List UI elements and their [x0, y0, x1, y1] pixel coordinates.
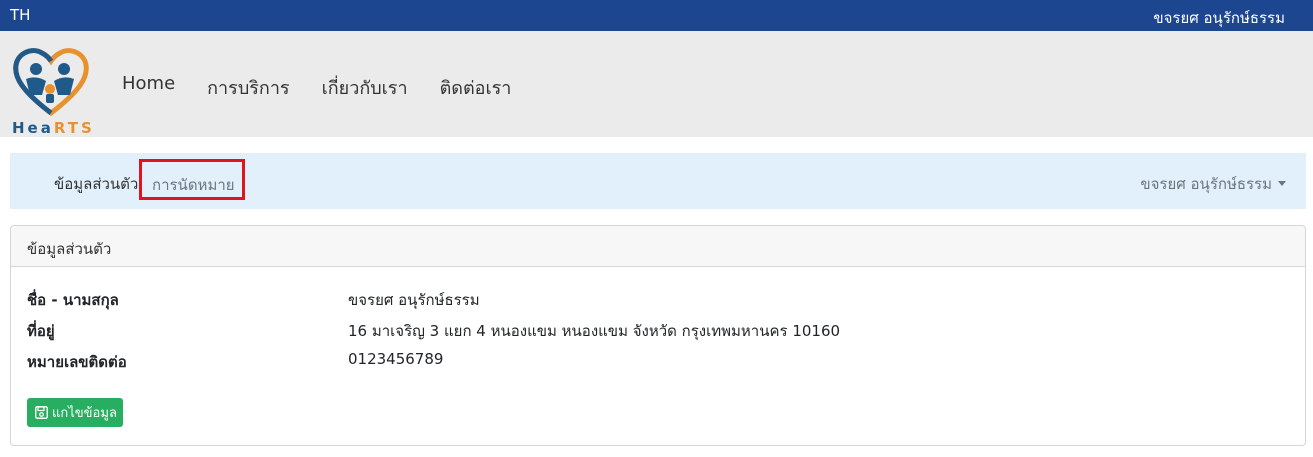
subnav-profile-link[interactable]: ข้อมูลส่วนตัว: [54, 172, 138, 196]
field-value: 0123456789: [348, 350, 444, 368]
main-navbar: HeaRTS Home การบริการ เกี่ยวกับเรา ติดต่…: [0, 31, 1313, 137]
chevron-down-icon: [1278, 181, 1286, 186]
user-dropdown[interactable]: ขจรยศ อนุรักษ์ธรรม: [1140, 172, 1286, 196]
nav-services[interactable]: การบริการ: [207, 73, 289, 102]
nav-contact[interactable]: ติดต่อเรา: [440, 73, 512, 102]
nav-home[interactable]: Home: [122, 73, 175, 102]
top-bar: TH ขจรยศ อนุรักษ์ธรรม: [0, 0, 1313, 31]
hearts-logo[interactable]: HeaRTS: [12, 45, 95, 137]
user-dropdown-label: ขจรยศ อนุรักษ์ธรรม: [1140, 175, 1272, 193]
field-value: ขจรยศ อนุรักษ์ธรรม: [348, 291, 480, 309]
nav-about[interactable]: เกี่ยวกับเรา: [322, 73, 408, 102]
edit-button-label: แกไขข้อมูล: [52, 405, 117, 420]
topbar-user-name[interactable]: ขจรยศ อนุรักษ์ธรรม: [1153, 6, 1285, 30]
logo-text: HeaRTS: [12, 119, 95, 137]
subnav-appointment-link[interactable]: การนัดหมาย: [139, 159, 245, 200]
card-title: ข้อมูลส่วนตัว: [11, 226, 1305, 267]
language-switch[interactable]: TH: [10, 6, 30, 24]
profile-subnav: ข้อมูลส่วนตัว การนัดหมาย ขจรยศ อนุรักษ์ธ…: [10, 153, 1306, 209]
save-icon: [35, 406, 48, 419]
nav-links: Home การบริการ เกี่ยวกับเรา ติดต่อเรา: [122, 73, 543, 102]
field-value: 16 มาเจริญ 3 แยก 4 หนองแขม หนองแขม จังหว…: [348, 322, 841, 340]
field-label: หมายเลขติดต่อ: [27, 353, 127, 371]
logo-heart-icon: [13, 48, 89, 117]
profile-card: ข้อมูลส่วนตัว ชื่อ - นามสกุล ขจรยศ อนุรั…: [10, 225, 1306, 446]
field-label: ชื่อ - นามสกุล: [27, 291, 119, 309]
edit-profile-button[interactable]: แกไขข้อมูล: [27, 398, 123, 427]
field-label: ที่อยู่: [27, 322, 55, 340]
